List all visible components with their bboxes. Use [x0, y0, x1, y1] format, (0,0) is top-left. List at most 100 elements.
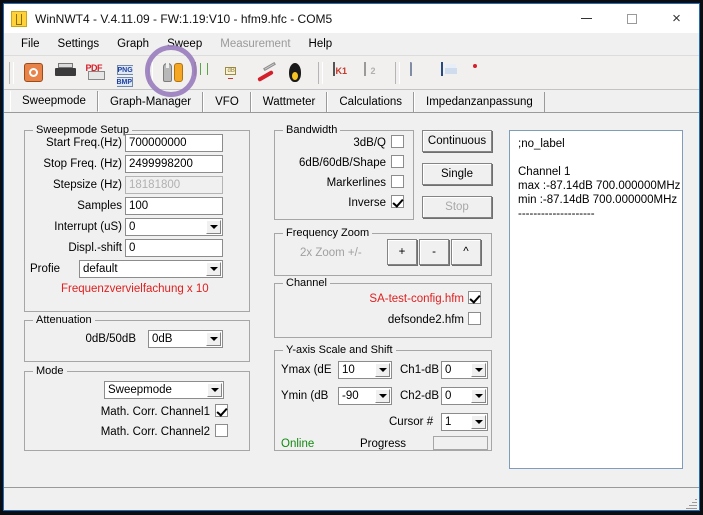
menu-item-measurement: Measurement	[220, 38, 291, 50]
k1-memory-icon[interactable]	[329, 59, 358, 86]
power-icon[interactable]	[20, 59, 49, 86]
ch2-db-label: Ch2-dB	[400, 390, 439, 402]
displ-shift-label: Displ.-shift	[68, 242, 122, 254]
ch1-db-label: Ch1-dB	[400, 364, 439, 376]
measurement-info-text: ;no_label Channel 1 max :-87.14dB 700.00…	[518, 138, 681, 220]
ch1-db-select[interactable]: 0	[441, 361, 488, 379]
frequency-multiplier-note: Frequenzvervielfachung x 10	[61, 283, 209, 295]
printer-icon[interactable]	[51, 59, 80, 86]
ymin-select[interactable]: -90	[338, 387, 392, 405]
winnwt4-window: WinNWT4 - V.4.11.09 - FW:1.19:V10 - hfm9…	[3, 3, 700, 511]
menu-item-graph[interactable]: Graph	[108, 36, 158, 52]
interrupt-label: Interrupt (uS)	[54, 221, 122, 233]
bandwidth-3db-label: 3dB/Q	[353, 137, 386, 149]
cursor-select[interactable]: 1	[441, 413, 488, 431]
sweepmode-setup-title: Sweepmode Setup	[33, 124, 132, 136]
progress-label: Progress	[360, 438, 407, 450]
pdf-export-icon[interactable]	[82, 59, 111, 86]
status-bar	[4, 487, 699, 510]
online-status: Online	[281, 438, 315, 450]
tab-graph-manager[interactable]: Graph-Manager	[97, 92, 204, 112]
desktop-background: WinNWT4 - V.4.11.09 - FW:1.19:V10 - hfm9…	[0, 0, 703, 515]
chevron-down-icon[interactable]	[206, 220, 221, 234]
cursor-label: Cursor #	[389, 416, 434, 428]
math-corr-ch2-checkbox[interactable]	[215, 424, 228, 437]
ch2-db-value: 0	[445, 390, 452, 402]
settings-tools-icon[interactable]	[159, 59, 188, 86]
title-bar: WinNWT4 - V.4.11.09 - FW:1.19:V10 - hfm9…	[4, 4, 699, 33]
bandwidth-6db-label: 6dB/60dB/Shape	[299, 157, 386, 169]
interrupt-value: 0	[129, 221, 136, 233]
stop-freq-input[interactable]: 2499998200	[125, 155, 223, 173]
chevron-down-icon[interactable]	[375, 363, 390, 377]
maximize-button[interactable]	[609, 4, 654, 33]
network-icon[interactable]	[468, 59, 497, 86]
zoom-out-button[interactable]: -	[419, 239, 449, 265]
minimize-button[interactable]	[564, 4, 609, 33]
resize-grip[interactable]	[685, 497, 697, 509]
tab-wattmeter[interactable]: Wattmeter	[250, 92, 328, 112]
png-bmp-export-icon[interactable]: PNG BMP	[113, 59, 142, 87]
menu-item-sweep[interactable]: Sweep	[158, 36, 211, 52]
calibration-knife-icon[interactable]	[252, 59, 281, 86]
mode-value: Sweepmode	[108, 384, 172, 396]
bandwidth-3db-checkbox[interactable]	[391, 135, 404, 148]
db-view-icon[interactable]: dB	[221, 59, 250, 86]
channel-file-2-checkbox[interactable]	[468, 312, 481, 325]
samples-label: Samples	[77, 200, 122, 212]
linux-tux-icon[interactable]	[283, 59, 312, 86]
interrupt-select[interactable]: 0	[125, 218, 223, 236]
menu-item-help[interactable]: Help	[300, 36, 342, 52]
chevron-down-icon[interactable]	[206, 332, 221, 346]
channel-group: Channel	[274, 277, 492, 338]
markerlines-checkbox[interactable]	[391, 175, 404, 188]
open-folder-icon[interactable]	[406, 59, 435, 86]
chevron-down-icon[interactable]	[471, 415, 486, 429]
chevron-down-icon[interactable]	[375, 389, 390, 403]
attenuation-select[interactable]: 0dB	[148, 330, 223, 348]
channel-file-1-checkbox[interactable]	[468, 291, 481, 304]
ymin-value: -90	[342, 390, 359, 402]
k2-memory-icon[interactable]	[360, 59, 389, 86]
profile-select[interactable]: default	[79, 260, 223, 278]
ch1-db-value: 0	[445, 364, 452, 376]
continuous-button[interactable]: Continuous	[422, 130, 492, 152]
tab-calculations[interactable]: Calculations	[327, 92, 415, 112]
close-button[interactable]: ×	[654, 4, 699, 33]
inverse-checkbox[interactable]	[391, 195, 404, 208]
toolbar: PNG BMP dB	[4, 55, 699, 90]
toolbar-separator	[148, 61, 153, 84]
frequency-zoom-title: Frequency Zoom	[283, 227, 373, 239]
bandwidth-title: Bandwidth	[283, 124, 341, 136]
save-disk-icon[interactable]	[437, 59, 466, 86]
stepsize-label: Stepsize (Hz)	[52, 179, 122, 191]
cursor-value: 1	[445, 416, 452, 428]
window-title: WinNWT4 - V.4.11.09 - FW:1.19:V10 - hfm9…	[35, 11, 333, 26]
chevron-down-icon[interactable]	[471, 363, 486, 377]
chevron-down-icon[interactable]	[471, 389, 486, 403]
chevron-down-icon[interactable]	[206, 262, 221, 276]
stepsize-input: 18181800	[125, 176, 223, 194]
tab-impedanzanpassung[interactable]: Impedanzanpassung	[414, 92, 545, 112]
tab-sweepmode[interactable]: Sweepmode	[10, 91, 98, 112]
chevron-down-icon[interactable]	[207, 383, 222, 397]
menu-item-settings[interactable]: Settings	[49, 36, 109, 52]
math-corr-ch1-checkbox[interactable]	[215, 404, 228, 417]
toolbar-separator	[318, 61, 323, 84]
bandwidth-6db-checkbox[interactable]	[391, 155, 404, 168]
start-freq-input[interactable]: 700000000	[125, 134, 223, 152]
tab-vfo[interactable]: VFO	[203, 92, 251, 112]
mode-select[interactable]: Sweepmode	[104, 381, 224, 399]
yaxis-title: Y-axis Scale and Shift	[283, 344, 396, 356]
toolbar-separator	[395, 61, 400, 84]
samples-input[interactable]: 100	[125, 197, 223, 215]
measurement-info-panel[interactable]: ;no_label Channel 1 max :-87.14dB 700.00…	[509, 130, 683, 469]
zoom-in-button[interactable]: +	[387, 239, 417, 265]
zoom-up-button[interactable]: ^	[451, 239, 481, 265]
menu-item-file[interactable]: File	[12, 36, 49, 52]
single-button[interactable]: Single	[422, 163, 492, 185]
graph-view-icon[interactable]	[190, 59, 219, 86]
ch2-db-select[interactable]: 0	[441, 387, 488, 405]
ymax-select[interactable]: 10	[338, 361, 392, 379]
displ-shift-input[interactable]: 0	[125, 239, 223, 257]
